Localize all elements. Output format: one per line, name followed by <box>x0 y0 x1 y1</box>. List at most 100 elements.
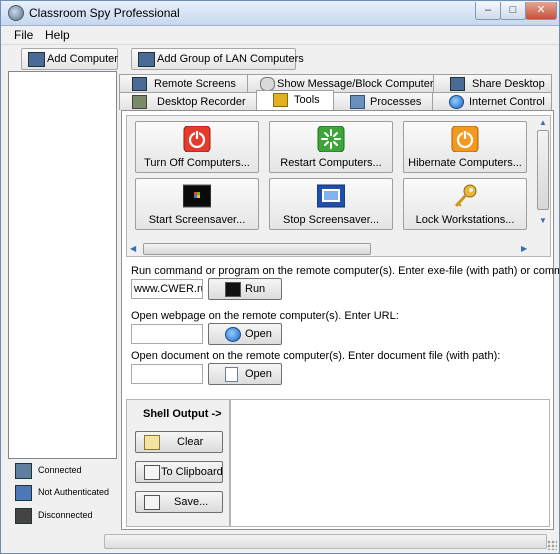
status-bar <box>1 532 559 553</box>
menu-file[interactable]: File <box>14 28 33 42</box>
open-document-button-label: Open <box>245 368 272 380</box>
tools-scroll-area[interactable]: Turn Off Computers... Restart Computers.… <box>126 115 551 257</box>
spy-icon <box>8 5 24 21</box>
legend-not-authenticated-label: Not Authenticated <box>38 487 110 497</box>
add-group-icon <box>138 52 155 67</box>
lock-workstations-label: Lock Workstations... <box>415 214 515 226</box>
ie-icon <box>225 327 241 342</box>
key-icon <box>454 184 477 208</box>
stop-screensaver-button[interactable]: Stop Screensaver... <box>269 178 393 230</box>
turn-off-label: Turn Off Computers... <box>144 157 250 169</box>
open-webpage-label: Open webpage on the remote computer(s). … <box>131 310 399 322</box>
progress-bar <box>104 534 547 549</box>
run-command-label: Run command or program on the remote com… <box>131 265 560 277</box>
processes-icon <box>350 95 365 109</box>
hibernate-label: Hibernate Computers... <box>408 157 522 169</box>
title-bar[interactable]: Classroom Spy Professional – □ ✕ <box>1 1 559 26</box>
tab-desktop-recorder[interactable]: Desktop Recorder <box>119 92 257 110</box>
tab-internet-control[interactable]: Internet Control <box>432 92 552 110</box>
start-screensaver-label: Start Screensaver... <box>148 214 246 226</box>
clear-button[interactable]: Clear <box>135 431 223 453</box>
clear-icon <box>144 435 160 450</box>
tab-processes-label: Processes <box>370 96 422 108</box>
run-command-input[interactable]: www.CWER.ru <box>131 279 203 299</box>
tools-panel: Turn Off Computers... Restart Computers.… <box>121 110 559 530</box>
document-input[interactable] <box>131 364 203 384</box>
tab-share-desktop[interactable]: Share Desktop <box>433 74 552 92</box>
app-window: Classroom Spy Professional – □ ✕ File He… <box>0 0 560 554</box>
computer-list[interactable] <box>8 71 117 459</box>
close-button[interactable]: ✕ <box>525 2 557 20</box>
add-group-button[interactable]: Add Group of LAN Computers <box>131 48 304 70</box>
not-authenticated-icon <box>15 485 32 501</box>
menu-help[interactable]: Help <box>45 28 70 42</box>
hibernate-icon <box>451 126 479 152</box>
tab-processes[interactable]: Processes <box>333 92 433 110</box>
disconnected-icon <box>15 508 32 524</box>
tab-tools-label: Tools <box>294 94 320 106</box>
tab-show-message-label: Show Message/Block Computers <box>277 78 440 90</box>
add-group-label: Add Group of LAN Computers <box>157 53 304 65</box>
remote-screens-icon <box>132 77 147 91</box>
scroll-down-icon[interactable]: ▼ <box>539 216 547 225</box>
globe-icon <box>449 95 464 109</box>
share-desktop-icon <box>450 77 465 91</box>
horizontal-scroll-thumb[interactable] <box>143 243 371 255</box>
resize-grip-icon[interactable] <box>547 540 557 550</box>
add-computer-label: Add Computer <box>47 53 118 65</box>
scroll-right-icon[interactable]: ▶ <box>521 244 527 253</box>
tab-share-desktop-label: Share Desktop <box>472 78 545 90</box>
run-button[interactable]: Run <box>208 278 282 300</box>
vertical-scroll-thumb[interactable] <box>537 130 549 210</box>
tab-remote-screens[interactable]: Remote Screens <box>119 74 248 92</box>
tab-remote-screens-label: Remote Screens <box>154 78 236 90</box>
open-document-button[interactable]: Open <box>208 363 282 385</box>
save-button-label: Save... <box>174 496 209 508</box>
tab-desktop-recorder-label: Desktop Recorder <box>157 96 246 108</box>
maximize-button[interactable]: □ <box>500 2 526 20</box>
tools-vertical-scrollbar[interactable]: ▲ ▼ <box>536 116 550 240</box>
tab-internet-control-label: Internet Control <box>469 96 545 108</box>
add-computer-button[interactable]: Add Computer <box>21 48 118 70</box>
screensaver-icon <box>183 184 211 208</box>
shell-output-area[interactable] <box>230 399 550 527</box>
restart-icon <box>317 126 345 152</box>
scroll-up-icon[interactable]: ▲ <box>539 118 547 127</box>
clipboard-icon <box>144 465 160 480</box>
document-icon <box>225 367 238 382</box>
recorder-icon <box>132 95 147 109</box>
to-clipboard-button[interactable]: To Clipboard <box>135 461 223 483</box>
add-computer-icon <box>28 52 45 67</box>
lock-workstations-button[interactable]: Lock Workstations... <box>403 178 527 230</box>
shell-output-title: Shell Output -> <box>143 408 222 420</box>
legend-connected-label: Connected <box>38 465 82 475</box>
stop-screensaver-label: Stop Screensaver... <box>283 214 379 226</box>
power-icon <box>183 126 211 152</box>
legend-disconnected-label: Disconnected <box>38 510 93 520</box>
url-input[interactable] <box>131 324 203 344</box>
turn-off-button[interactable]: Turn Off Computers... <box>135 121 259 173</box>
save-icon <box>144 495 160 510</box>
shell-controls: Shell Output -> Clear To Clipboard Save.… <box>126 399 230 527</box>
restart-button[interactable]: Restart Computers... <box>269 121 393 173</box>
minimize-button[interactable]: – <box>475 2 501 20</box>
start-screensaver-button[interactable]: Start Screensaver... <box>135 178 259 230</box>
to-clipboard-button-label: To Clipboard <box>161 466 223 478</box>
scroll-left-icon[interactable]: ◀ <box>130 244 136 253</box>
open-webpage-button-label: Open <box>245 328 272 340</box>
run-button-label: Run <box>245 283 266 295</box>
toolbar: Add Computer Add Group of LAN Computers <box>1 46 559 72</box>
console-icon <box>225 282 241 297</box>
tools-horizontal-scrollbar[interactable]: ◀ ▶ <box>127 242 535 256</box>
message-icon <box>260 77 275 91</box>
stop-screensaver-icon <box>317 184 345 208</box>
connected-icon <box>15 463 32 479</box>
open-webpage-button[interactable]: Open <box>208 323 282 345</box>
hibernate-button[interactable]: Hibernate Computers... <box>403 121 527 173</box>
tab-tools[interactable]: Tools <box>256 90 334 110</box>
tools-icon <box>273 93 288 107</box>
menu-bar: File Help <box>1 26 559 45</box>
save-button[interactable]: Save... <box>135 491 223 513</box>
restart-label: Restart Computers... <box>280 157 382 169</box>
clear-button-label: Clear <box>177 436 204 448</box>
